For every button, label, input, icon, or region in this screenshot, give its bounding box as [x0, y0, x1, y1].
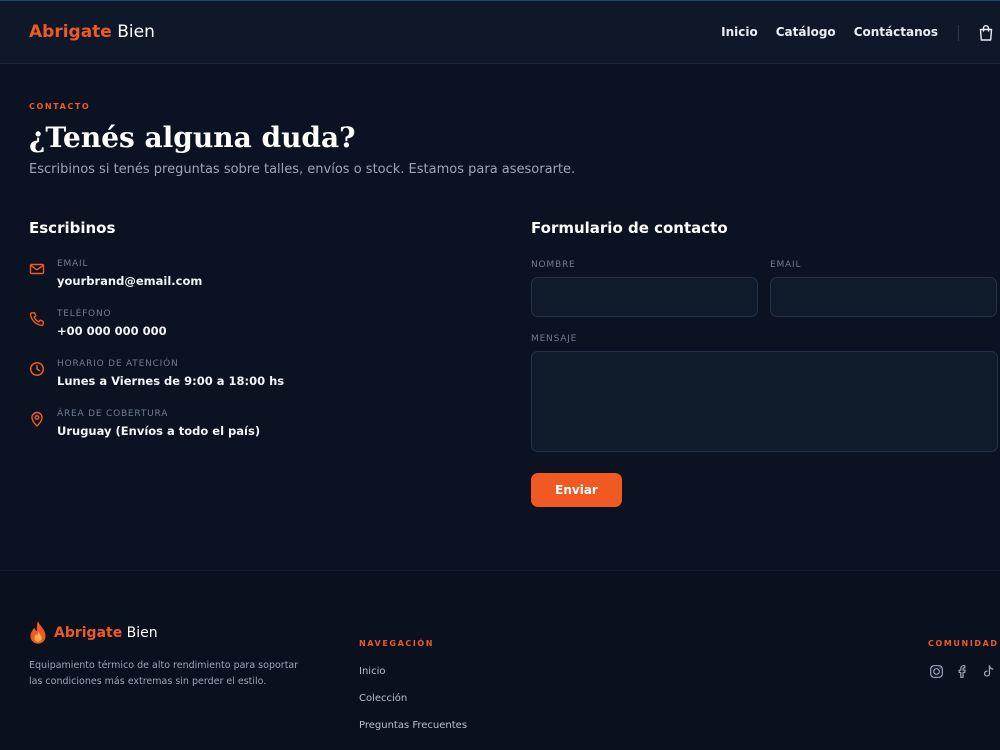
page-title: ¿Tenés alguna duda?	[29, 121, 356, 154]
page-subtitle: Escribinos si tenés preguntas sobre tall…	[29, 162, 576, 177]
shopping-bag-icon[interactable]	[978, 24, 994, 42]
footer-brand-secondary: Bien	[126, 625, 158, 641]
info-value: Uruguay (Envíos a todo el país)	[57, 424, 261, 438]
email-label: EMAIL	[770, 260, 802, 270]
info-item-coverage: ÁREA DE COBERTURA Uruguay (Envíos a todo…	[29, 409, 469, 445]
info-label: ÁREA DE COBERTURA	[57, 409, 169, 419]
info-item-hours: HORARIO DE ATENCIÓN Lunes a Viernes de 9…	[29, 359, 469, 395]
facebook-icon[interactable]	[955, 664, 970, 679]
instagram-icon[interactable]	[929, 664, 944, 679]
submit-button[interactable]: Enviar	[531, 473, 622, 507]
email-input[interactable]	[770, 277, 997, 317]
footer-link-coleccion[interactable]: Colección	[359, 693, 407, 704]
section-eyebrow: CONTACTO	[29, 102, 91, 111]
main-nav: Inicio Catálogo Contáctanos	[721, 25, 938, 39]
info-item-phone: TELÉFONO +00 000 000 000	[29, 309, 469, 345]
info-title: Escribinos	[29, 219, 116, 237]
name-label: NOMBRE	[531, 260, 576, 270]
info-item-email: EMAIL yourbrand@email.com	[29, 259, 469, 295]
form-title: Formulario de contacto	[531, 219, 728, 237]
info-label: TELÉFONO	[57, 309, 112, 319]
footer-nav-heading: NAVEGACIÓN	[359, 639, 435, 648]
phone-icon	[29, 312, 44, 327]
flame-icon	[30, 621, 46, 644]
map-pin-icon	[31, 411, 43, 427]
footer-brand-primary: Abrigate	[54, 625, 123, 641]
nav-divider	[958, 25, 959, 41]
footer-community-heading: COMUNIDAD	[928, 639, 999, 648]
clock-icon	[29, 361, 45, 377]
info-value: +00 000 000 000	[57, 324, 167, 338]
message-label: MENSAJE	[531, 334, 578, 344]
info-value: yourbrand@email.com	[57, 274, 203, 288]
message-textarea[interactable]	[531, 351, 998, 452]
footer-link-inicio[interactable]: Inicio	[359, 666, 385, 677]
tiktok-icon[interactable]	[981, 664, 996, 679]
nav-item-catalogo[interactable]: Catálogo	[776, 25, 836, 39]
site-header: Abrigate Bien Inicio Catálogo Contáctano…	[0, 0, 1000, 64]
nav-item-contactanos[interactable]: Contáctanos	[854, 25, 938, 39]
name-input[interactable]	[531, 277, 758, 317]
nav-item-inicio[interactable]: Inicio	[721, 25, 758, 39]
brand-logo[interactable]: Abrigate Bien	[29, 22, 155, 42]
footer-description: Equipamiento térmico de alto rendimiento…	[29, 660, 299, 687]
info-label: EMAIL	[57, 259, 89, 269]
info-value: Lunes a Viernes de 9:00 a 18:00 hs	[57, 374, 285, 388]
footer-link-faq[interactable]: Preguntas Frecuentes	[359, 720, 467, 731]
info-label: HORARIO DE ATENCIÓN	[57, 359, 179, 369]
mail-icon	[29, 263, 45, 275]
brand-primary: Abrigate	[29, 22, 112, 42]
footer-brand-text: Abrigate Bien	[54, 625, 158, 641]
brand-secondary: Bien	[117, 22, 155, 42]
